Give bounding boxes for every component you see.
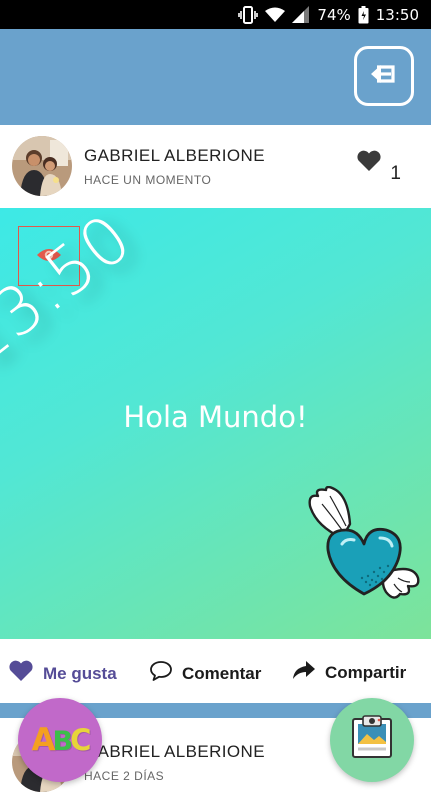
post-text: Hola Mundo! [123,400,308,434]
post-time: HACE 2 DÍAS [84,769,165,783]
text-post-button[interactable]: A B C [18,698,102,782]
author-name[interactable]: GABRIEL ALBERIONE [84,742,265,762]
post-actions: Me gusta Comentar Compartir [0,639,431,703]
like-button[interactable]: Me gusta [8,660,117,687]
status-time: 13:50 [375,5,419,24]
battery-icon [358,5,369,24]
post-header: GABRIEL ALBERIONE HACE UN MOMENTO 1 [0,125,431,208]
abc-letter-c: C [70,723,91,757]
share-arrow-icon [292,660,316,685]
avatar[interactable] [12,136,72,196]
heart-icon [8,660,34,687]
app-header [0,29,431,125]
winged-heart-sticker [302,485,424,608]
status-bar: 74% 13:50 [0,0,431,29]
status-icons: 74% 13:50 [238,0,419,29]
abc-letter-a: A [31,722,56,758]
vibrate-icon [238,5,259,24]
photo-post-button[interactable] [330,698,414,782]
share-label: Compartir [325,662,407,682]
abc-letter-b: B [52,726,74,757]
wifi-icon [265,7,286,23]
comment-button[interactable]: Comentar [149,660,261,687]
signal-icon [292,6,310,23]
comment-label: Comentar [182,663,262,683]
polaroid-icon [349,714,395,766]
author-name[interactable]: GABRIEL ALBERIONE [84,146,265,166]
return-arrow-icon [369,61,399,92]
post-time: HACE UN MOMENTO [84,173,212,187]
like-counter: 1 [356,150,401,183]
like-label: Me gusta [43,663,117,683]
abc-icon: A B C [31,722,92,758]
speech-bubble-icon [149,660,173,687]
back-button[interactable] [354,46,414,106]
battery-percent: 74% [317,5,351,24]
like-count: 1 [390,163,401,184]
heart-icon [356,150,382,177]
post-content[interactable]: 13:50 Hola Mundo! [0,208,431,639]
share-button[interactable]: Compartir [292,660,406,685]
